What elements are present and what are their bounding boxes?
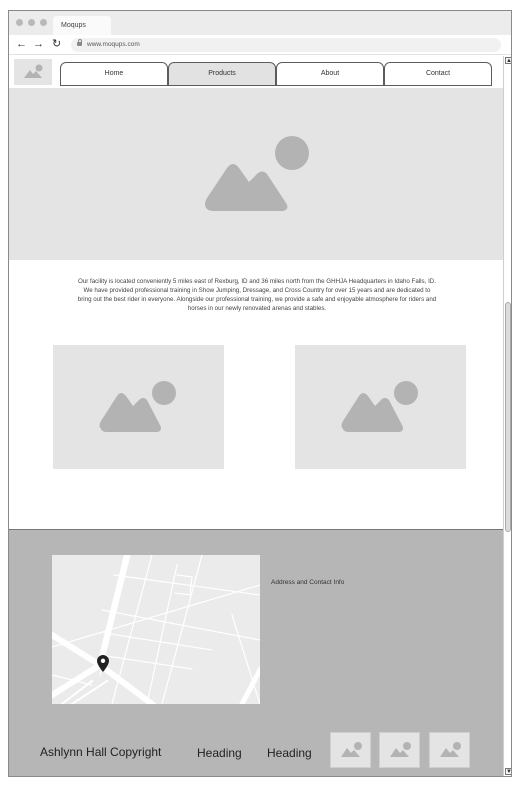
logo-image-placeholder[interactable] (14, 59, 52, 85)
reload-icon[interactable]: ↻ (52, 38, 61, 50)
hero-image-placeholder (9, 88, 503, 260)
nav-products-button[interactable]: Products (168, 62, 276, 86)
scroll-down-arrow-icon[interactable]: ▼ (505, 768, 511, 775)
browser-tab[interactable]: Moqups (53, 16, 111, 35)
facility-description: Our facility is located conveniently 5 m… (77, 278, 437, 312)
window-maximize-dot[interactable] (40, 19, 47, 26)
page-scrollbar[interactable]: ▲ ▼ (503, 56, 511, 776)
footer-thumbnail-3[interactable] (429, 732, 470, 768)
scroll-thumb[interactable] (505, 302, 511, 532)
footer-thumbnail-2[interactable] (379, 732, 420, 768)
browser-titlebar: Moqups (9, 11, 511, 35)
address-contact-info: Address and Contact Info (271, 579, 345, 586)
window-minimize-dot[interactable] (28, 19, 35, 26)
back-arrow-icon[interactable]: ← (16, 38, 27, 50)
map-widget[interactable] (52, 555, 260, 704)
copyright-text: Ashlynn Hall Copyright (40, 745, 162, 759)
content-image-placeholder-left (53, 345, 224, 469)
location-pin-icon[interactable] (97, 655, 109, 672)
nav-home-button[interactable]: Home (60, 62, 168, 86)
url-bar[interactable]: www.moqups.com (71, 38, 501, 52)
window-close-dot[interactable] (16, 19, 23, 26)
image-placeholder-icon (440, 742, 461, 757)
browser-window: Moqups ← → ↻ www.moqups.com Home Product… (8, 10, 512, 777)
nav-about-button[interactable]: About (276, 62, 384, 86)
url-text: www.moqups.com (87, 41, 140, 48)
image-placeholder-icon (99, 381, 176, 432)
footer-heading-1[interactable]: Heading (197, 746, 242, 760)
nav-contact-button[interactable]: Contact (384, 62, 492, 86)
lock-icon (77, 39, 82, 47)
footer-thumbnail-1[interactable] (330, 732, 371, 768)
map-streets (52, 555, 260, 704)
footer-heading-2[interactable]: Heading (267, 746, 312, 760)
image-placeholder-icon (341, 381, 418, 432)
image-placeholder-icon (24, 64, 43, 78)
forward-arrow-icon[interactable]: → (33, 38, 44, 50)
image-placeholder-icon (205, 136, 309, 211)
page-viewport: Home Products About Contact Our facility… (9, 56, 503, 776)
browser-toolbar: ← → ↻ www.moqups.com (9, 35, 511, 55)
image-placeholder-icon (390, 742, 411, 757)
footer: Address and Contact Info Ashlynn Hall Co… (9, 529, 503, 776)
scroll-up-arrow-icon[interactable]: ▲ (505, 57, 511, 64)
content-image-placeholder-right (295, 345, 466, 469)
image-placeholder-icon (341, 742, 362, 757)
